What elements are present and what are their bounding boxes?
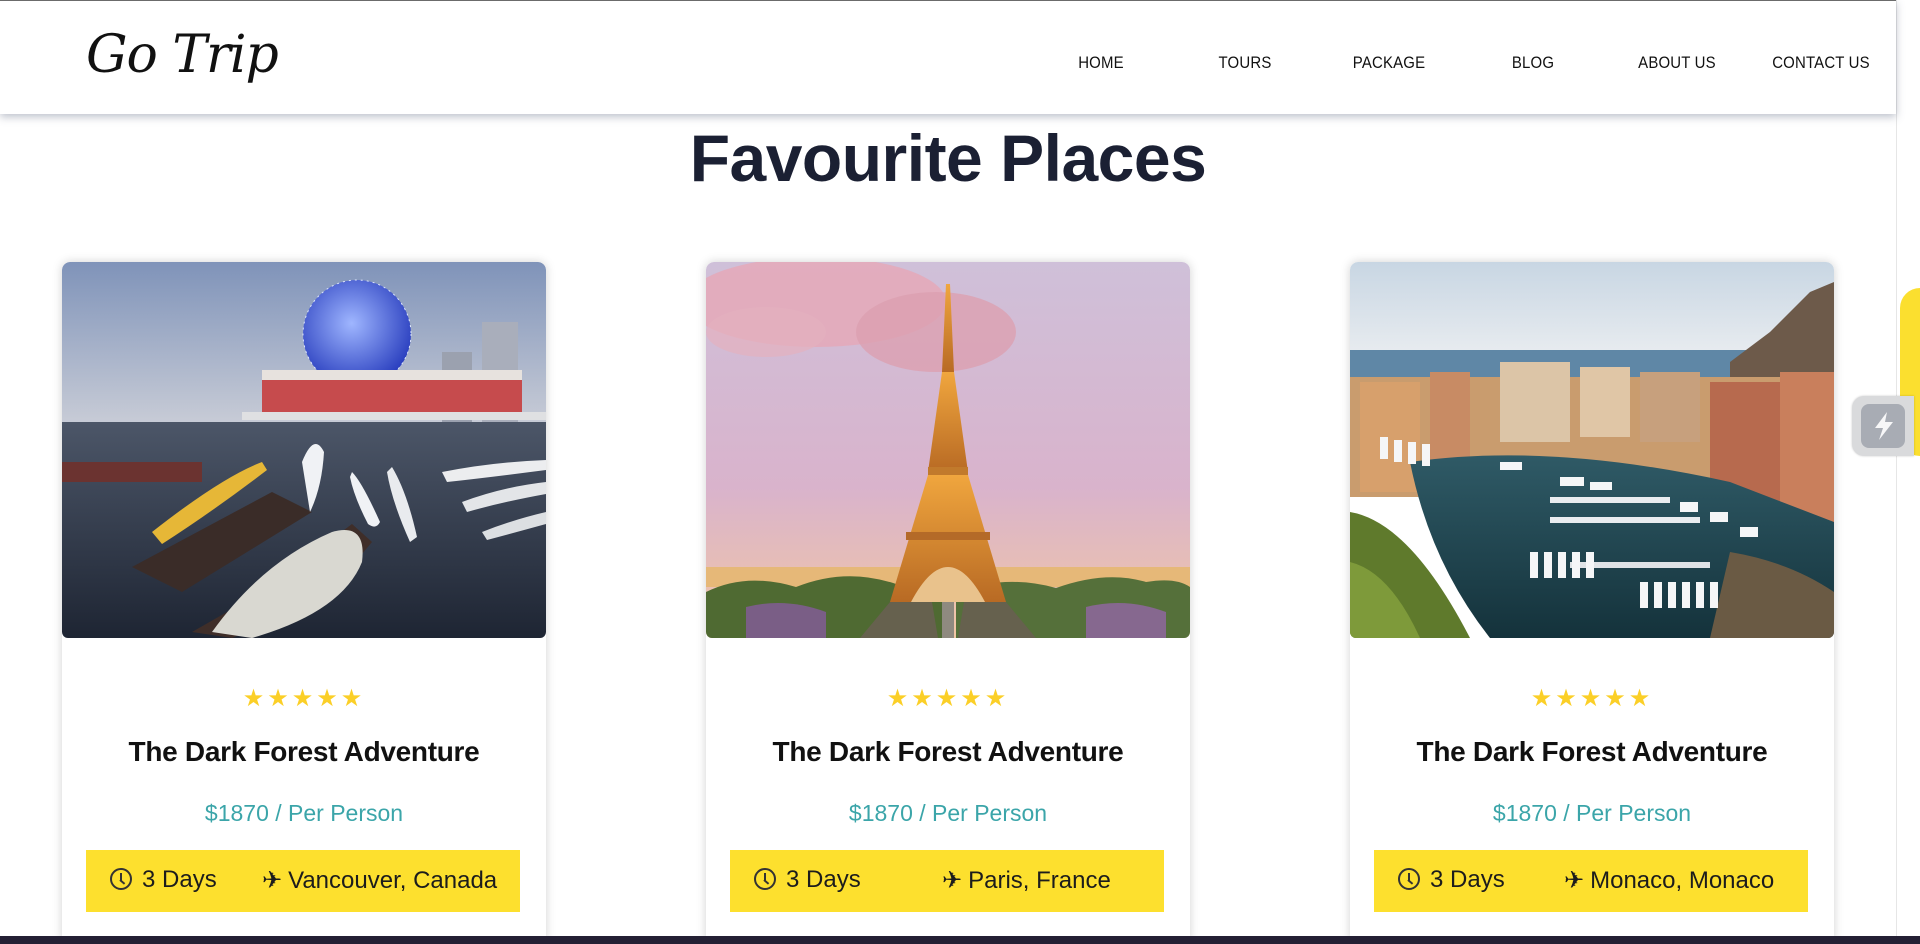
location-text: Monaco, Monaco <box>1590 867 1775 894</box>
main-nav: HOME TOURS PACKAGE BLOG ABOUT US CONTACT… <box>0 53 1896 81</box>
card-title[interactable]: The Dark Forest Adventure <box>62 736 546 768</box>
location-text: Paris, France <box>968 867 1111 894</box>
clock-icon <box>754 868 776 890</box>
location-text: Vancouver, Canada <box>288 867 498 894</box>
place-card[interactable]: ★★★★★ The Dark Forest Adventure $1870 / … <box>706 262 1190 944</box>
plane-icon: ✈ <box>1564 867 1585 894</box>
plane-icon: ✈ <box>942 867 963 894</box>
star-icon: ★★★★★ <box>886 685 1010 712</box>
location: ✈ Monaco, Monaco <box>1564 866 1774 895</box>
location: ✈ Vancouver, Canada <box>262 866 497 895</box>
duration: 3 Days <box>110 866 217 894</box>
card-price: $1870 / Per Person <box>848 800 1048 826</box>
nav-blog[interactable]: BLOG <box>1476 53 1590 73</box>
section-title: Favourite Places <box>689 121 1207 195</box>
card-price: $1870 / Per Person <box>204 800 404 826</box>
plane-icon: ✈ <box>262 867 283 894</box>
card-title[interactable]: The Dark Forest Adventure <box>706 736 1190 768</box>
place-image-paris[interactable] <box>706 262 1190 638</box>
clock-icon <box>1398 868 1420 890</box>
card-info-bar: 3 Days ✈ Paris, France <box>730 850 1164 912</box>
location: ✈ Paris, France <box>942 866 1111 895</box>
duration-text: 3 Days <box>786 866 861 893</box>
star-icon: ★★★★★ <box>242 685 366 712</box>
nav-about-us[interactable]: ABOUT US <box>1620 53 1734 73</box>
place-card[interactable]: ★★★★★ The Dark Forest Adventure $1870 / … <box>1350 262 1834 944</box>
page-scrollbar[interactable] <box>1896 0 1920 944</box>
rating-stars: ★★★★★ <box>706 684 1190 713</box>
window-bottom-edge <box>0 936 1920 944</box>
site-header: Go Trip HOME TOURS PACKAGE BLOG ABOUT US… <box>0 0 1896 114</box>
floating-widget-button[interactable] <box>1852 396 1914 456</box>
duration-text: 3 Days <box>142 866 217 893</box>
duration: 3 Days <box>1398 866 1505 894</box>
place-image-monaco[interactable] <box>1350 262 1834 638</box>
star-icon: ★★★★★ <box>1530 685 1654 712</box>
nav-home[interactable]: HOME <box>1044 53 1158 73</box>
duration: 3 Days <box>754 866 861 894</box>
card-info-bar: 3 Days ✈ Monaco, Monaco <box>1374 850 1808 912</box>
card-price: $1870 / Per Person <box>1492 800 1692 826</box>
nav-contact-us[interactable]: CONTACT US <box>1764 53 1878 73</box>
duration-text: 3 Days <box>1430 866 1505 893</box>
nav-package[interactable]: PACKAGE <box>1332 53 1446 73</box>
place-card[interactable]: ★★★★★ The Dark Forest Adventure $1870 / … <box>62 262 546 944</box>
lightning-icon <box>1861 404 1905 448</box>
rating-stars: ★★★★★ <box>62 684 546 713</box>
card-info-bar: 3 Days ✈ Vancouver, Canada <box>86 850 520 912</box>
nav-tours[interactable]: TOURS <box>1188 53 1302 73</box>
clock-icon <box>110 868 132 890</box>
place-image-vancouver[interactable] <box>62 262 546 638</box>
card-title[interactable]: The Dark Forest Adventure <box>1350 736 1834 768</box>
rating-stars: ★★★★★ <box>1350 684 1834 713</box>
